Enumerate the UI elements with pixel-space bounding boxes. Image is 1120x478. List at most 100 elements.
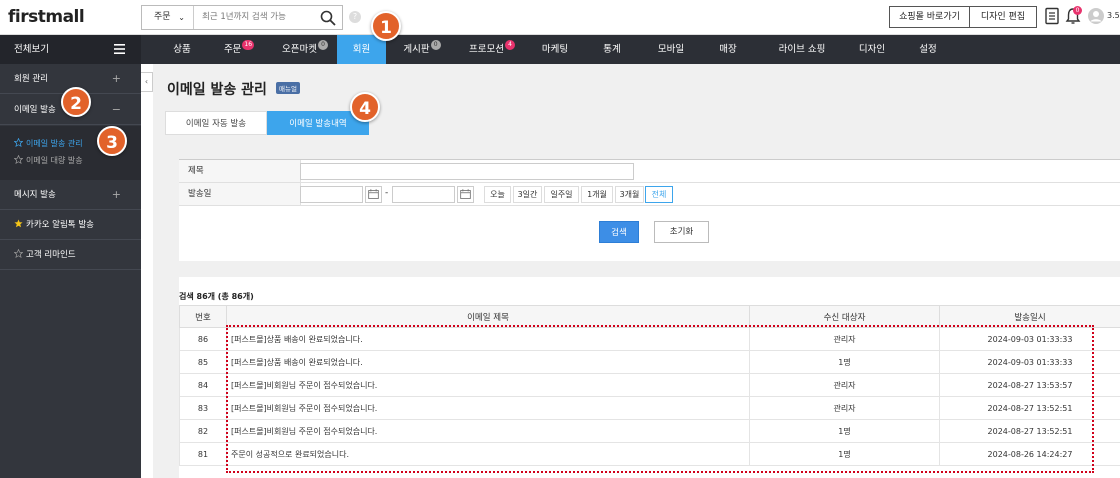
nav-item-live-shopping[interactable]: 라이브 쇼핑 (768, 35, 836, 64)
tab-email-auto[interactable]: 이메일 자동 발송 (165, 111, 267, 135)
row-subject[interactable]: [퍼스트몰]비회원님 주문이 접수되었습니다. (226, 396, 750, 420)
sidebar-item-kakao[interactable]: 카카오 알림톡 발송 (0, 210, 141, 240)
row-subject[interactable]: 주문이 성공적으로 완료되었습니다. (226, 442, 750, 466)
collapse-icon: − (111, 103, 121, 116)
email-history-table: 번호 이메일 제목 수신 대상자 발송일시 86 [퍼스트몰]상품 배송이 완료… (179, 305, 1120, 466)
nav-item-products[interactable]: 상품 (158, 35, 206, 64)
row-target: 관리자 (749, 396, 940, 420)
sidebar-item-message-send[interactable]: 메시지 발송 + (0, 180, 141, 210)
range-today-button[interactable]: 오늘 (484, 186, 511, 203)
table-row[interactable]: 86 [퍼스트몰]상품 배송이 완료되었습니다. 관리자 2024-09-03 … (179, 327, 1120, 351)
orders-badge: 16 (242, 40, 255, 50)
row-no: 83 (179, 396, 227, 420)
filter-row-date: 발송일 - 오늘 3일간 일주일 1개월 3개월 전체 (179, 183, 1120, 206)
row-date: 2024-08-26 14:24:27 (939, 442, 1120, 466)
table-row[interactable]: 82 [퍼스트몰]비회원님 주문이 접수되었습니다. 1명 2024-08-27… (179, 419, 1120, 443)
star-filled-icon[interactable] (14, 219, 23, 228)
chevron-left-icon: ‹ (144, 77, 149, 86)
sidebar: 회원 관리 + 이메일 발송 − 이메일 발송 관리 이메일 대량 발송 메시지… (0, 64, 141, 478)
result-count: 검색 86개 (총 86개) (179, 292, 254, 301)
openmarket-badge: 0 (317, 40, 328, 50)
date-start-input[interactable] (300, 186, 363, 203)
nav-item-store[interactable]: 매장 (712, 35, 744, 64)
nav-item-orders[interactable]: 주문 16 (212, 35, 266, 64)
row-subject[interactable]: [퍼스트몰]상품 배송이 완료되었습니다. (226, 350, 750, 374)
range-3months-button[interactable]: 3개월 (615, 186, 644, 203)
user-name[interactable]: 3.5 (1107, 11, 1120, 20)
subject-input[interactable] (300, 163, 634, 180)
table-row[interactable]: 83 [퍼스트몰]비회원님 주문이 접수되었습니다. 관리자 2024-08-2… (179, 396, 1120, 420)
search-scope-select[interactable]: 주문 ⌄ (142, 6, 194, 29)
row-no: 85 (179, 350, 227, 374)
range-all-button[interactable]: 전체 (645, 186, 673, 203)
row-no: 84 (179, 373, 227, 397)
search-button[interactable]: 검색 (599, 221, 639, 243)
nav-item-marketing[interactable]: 마케팅 (532, 35, 578, 64)
row-target: 1명 (749, 442, 940, 466)
notification-badge: 0 (1073, 6, 1082, 15)
calendar-icon[interactable] (365, 186, 382, 203)
row-subject[interactable]: [퍼스트몰]비회원님 주문이 접수되었습니다. (226, 419, 750, 443)
filter-row-subject: 제목 (179, 160, 1120, 183)
row-no: 81 (179, 442, 227, 466)
row-date: 2024-08-27 13:53:57 (939, 373, 1120, 397)
expand-icon: + (111, 188, 121, 201)
star-outline-icon[interactable] (14, 138, 23, 147)
user-avatar-icon[interactable] (1087, 7, 1105, 25)
nav-item-promotion[interactable]: 프로모션 4 (462, 35, 522, 64)
row-date: 2024-08-27 13:52:51 (939, 419, 1120, 443)
calendar-icon[interactable] (457, 186, 474, 203)
row-date: 2024-09-03 01:33:33 (939, 327, 1120, 351)
range-1month-button[interactable]: 1개월 (581, 186, 613, 203)
nav-item-board[interactable]: 게시판 0 (394, 35, 450, 64)
sidebar-subitem-email-bulk[interactable]: 이메일 대량 발송 (14, 155, 83, 166)
sidebar-subitem-email-management[interactable]: 이메일 발송 관리 (14, 138, 83, 149)
promotion-badge: 4 (504, 40, 515, 50)
row-target: 관리자 (749, 327, 940, 351)
row-subject[interactable]: [퍼스트몰]비회원님 주문이 접수되었습니다. (226, 373, 750, 397)
sidebar-collapse-button[interactable]: ‹ (141, 72, 153, 92)
nav-all-menu[interactable]: 전체보기 (0, 35, 141, 64)
nav-item-mobile[interactable]: 모바일 (648, 35, 694, 64)
shop-link-button[interactable]: 쇼핑몰 바로가기 (889, 6, 970, 28)
result-panel: 검색 86개 (총 86개) 번호 이메일 제목 수신 대상자 발송일시 86 … (179, 277, 1120, 478)
expand-icon: + (111, 72, 121, 85)
row-no: 82 (179, 419, 227, 443)
header-no: 번호 (179, 305, 227, 328)
row-target: 관리자 (749, 373, 940, 397)
nav-item-design[interactable]: 디자인 (852, 35, 892, 64)
manual-badge[interactable]: 매뉴얼 (276, 82, 300, 94)
date-range-separator: - (385, 188, 389, 198)
chevron-down-icon: ⌄ (178, 13, 185, 22)
document-icon[interactable] (1043, 7, 1061, 25)
nav-item-openmarket[interactable]: 오픈마켓 0 (274, 35, 336, 64)
subject-label: 제목 (179, 160, 301, 182)
reset-button[interactable]: 초기화 (654, 221, 709, 243)
design-edit-button[interactable]: 디자인 편집 (970, 6, 1037, 28)
sidebar-item-reminder[interactable]: 고객 리마인드 (0, 240, 141, 270)
row-subject[interactable]: [퍼스트몰]상품 배송이 완료되었습니다. (226, 327, 750, 351)
step-marker-4: 4 (350, 92, 380, 122)
date-end-input[interactable] (392, 186, 455, 203)
star-outline-icon[interactable] (14, 155, 23, 164)
star-outline-icon[interactable] (14, 249, 23, 258)
help-icon[interactable]: ? (349, 11, 361, 23)
board-badge: 0 (430, 40, 441, 50)
main-nav: 전체보기 상품 주문 16 오픈마켓 0 회원 게시판 0 프로모션 4 마케팅 통계 … (0, 35, 1120, 64)
range-week-button[interactable]: 일주일 (544, 186, 579, 203)
range-3days-button[interactable]: 3일간 (513, 186, 542, 203)
search-icon[interactable] (320, 10, 336, 26)
app-logo[interactable]: firstmall (8, 7, 85, 27)
search-input[interactable]: 최근 1년까지 검색 가능 (202, 6, 286, 29)
table-row[interactable]: 81 주문이 성공적으로 완료되었습니다. 1명 2024-08-26 14:2… (179, 442, 1120, 466)
search-scope-value: 주문 (154, 12, 171, 22)
row-target: 1명 (749, 350, 940, 374)
table-row[interactable]: 84 [퍼스트몰]비회원님 주문이 접수되었습니다. 관리자 2024-08-2… (179, 373, 1120, 397)
table-row[interactable]: 85 [퍼스트몰]상품 배송이 완료되었습니다. 1명 2024-09-03 0… (179, 350, 1120, 374)
nav-item-stats[interactable]: 통계 (592, 35, 632, 64)
header-date: 발송일시 (939, 305, 1120, 328)
nav-all-label: 전체보기 (14, 44, 49, 55)
date-label: 발송일 (179, 183, 301, 205)
nav-item-settings[interactable]: 설정 (910, 35, 946, 64)
row-target: 1명 (749, 419, 940, 443)
